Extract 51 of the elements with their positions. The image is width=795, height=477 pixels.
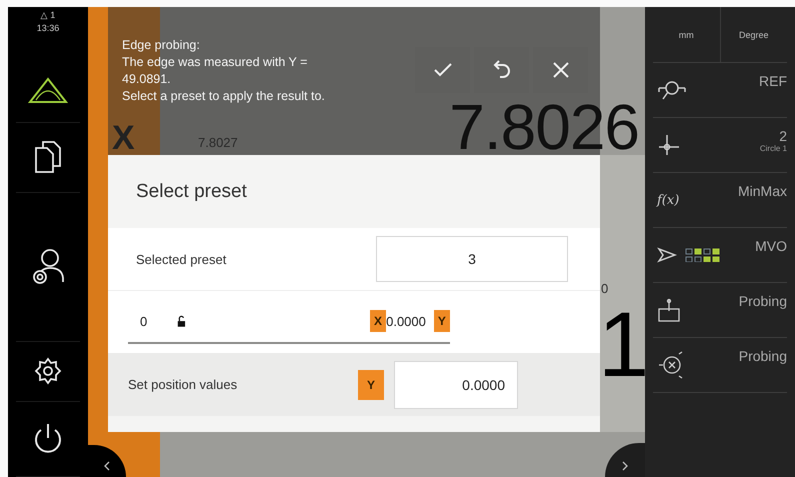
function-item[interactable]: Probing: [653, 338, 787, 393]
unit-toggle[interactable]: mm: [678, 30, 694, 40]
function-item[interactable]: Probing: [653, 283, 787, 338]
axis-badge: Y: [358, 370, 384, 400]
warning-count: △ 1: [40, 9, 56, 22]
function-label: Probing: [738, 293, 787, 309]
settings-icon[interactable]: [34, 357, 62, 386]
undo-icon: [492, 59, 510, 81]
large-value: 1: [598, 299, 645, 391]
position-field[interactable]: 0.0000: [394, 360, 518, 408]
next-button[interactable]: [605, 443, 645, 477]
cut-value: 0: [601, 281, 608, 296]
clock-time: 13:36: [36, 22, 60, 35]
function-item[interactable]: 2 Circle 1: [653, 118, 787, 173]
dialog-title: Select preset: [135, 180, 248, 204]
chevron-right-icon: [622, 461, 628, 471]
message-text: Edge probing:: [122, 37, 201, 54]
function-label: 2: [779, 128, 787, 144]
message-text: Select a preset to apply the result to.: [122, 88, 325, 105]
user-settings-icon[interactable]: [30, 248, 66, 286]
message-text: 49.0891.: [122, 71, 172, 88]
axis-label: X: [112, 119, 135, 158]
function-icon: f(x): [657, 192, 680, 208]
function-label: Probing: [738, 348, 787, 364]
unit-toggle[interactable]: Degree: [738, 30, 769, 40]
probe-edge-icon: [657, 297, 681, 323]
axis-value: 0.0000: [386, 314, 426, 328]
function-label: REF: [759, 73, 787, 89]
preset-field[interactable]: 3: [376, 236, 568, 282]
preset-index: 0: [140, 314, 148, 328]
status-dots-icon: [685, 248, 721, 262]
send-icon: [657, 247, 677, 263]
function-label: MVO: [755, 238, 787, 254]
function-sublabel: Circle 1: [760, 144, 787, 153]
reference-icon: [657, 79, 687, 101]
function-label: MinMax: [738, 183, 787, 199]
field-label: Set position values: [128, 377, 238, 392]
triangle-icon[interactable]: [28, 76, 68, 104]
axis-badge: X: [370, 310, 386, 332]
close-icon: [552, 61, 570, 79]
large-value: 7.8026: [449, 95, 639, 159]
function-item[interactable]: REF: [653, 63, 787, 118]
check-icon: [432, 62, 452, 78]
chevron-left-icon: [104, 461, 110, 471]
axis-badge: Y: [434, 310, 450, 332]
crosshair-icon: [657, 133, 681, 157]
message-text: The edge was measured with Y =: [122, 54, 308, 71]
field-label: Selected preset: [136, 252, 226, 266]
function-item[interactable]: MVO: [653, 228, 787, 283]
function-item[interactable]: f(x) MinMax: [653, 173, 787, 228]
documents-icon[interactable]: [34, 140, 62, 174]
